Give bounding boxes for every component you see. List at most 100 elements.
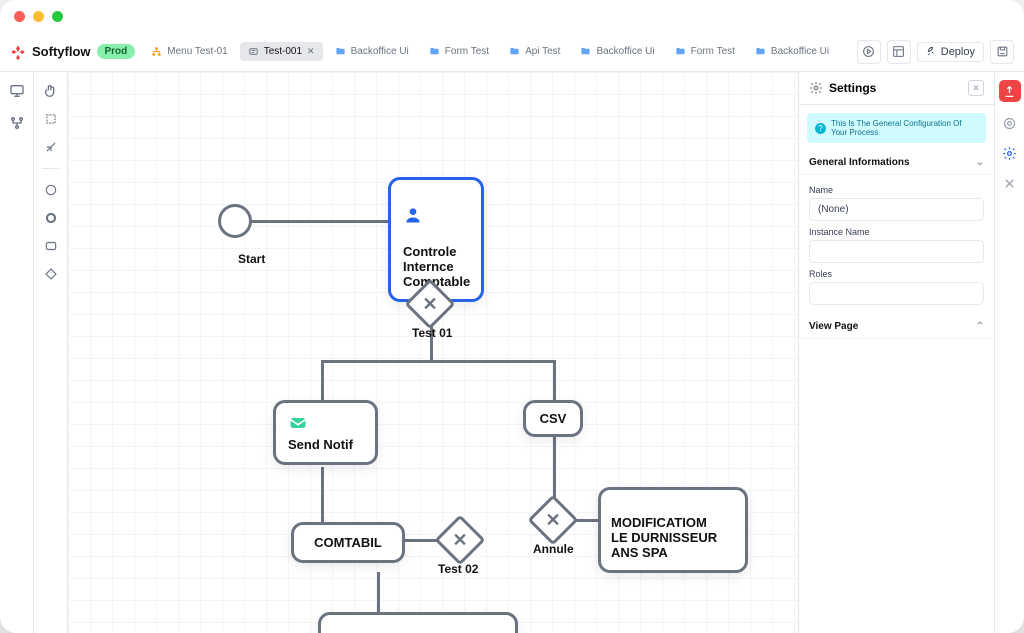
chevron-up-icon: ⌃ xyxy=(976,321,984,332)
gateway-test01-label: Test 01 xyxy=(412,326,452,340)
panel-title: Settings xyxy=(829,81,962,95)
tab-label: Form Test xyxy=(691,46,735,57)
layout-button[interactable] xyxy=(887,40,911,64)
edge xyxy=(553,432,556,502)
tab-label: Backoffice Ui xyxy=(771,46,829,57)
tab-api-test[interactable]: Api Test xyxy=(501,42,568,61)
task-label: COMTABIL xyxy=(314,535,382,550)
label-instance: Instance Name xyxy=(809,227,984,237)
left-rail xyxy=(0,72,34,633)
edge xyxy=(321,360,324,400)
tab-backoffice-ui[interactable]: Backoffice Ui xyxy=(747,42,837,61)
input-instance[interactable] xyxy=(809,240,984,263)
edge xyxy=(553,360,556,400)
brand: Softyflow Prod xyxy=(10,44,135,60)
info-icon: ? xyxy=(815,123,826,134)
edge xyxy=(430,360,555,363)
edge xyxy=(377,572,380,612)
node-task-send-notif[interactable]: Send Notif xyxy=(273,400,378,465)
tool-start-event-icon[interactable] xyxy=(42,181,60,199)
tab-menu-test-01[interactable]: Menu Test-01 xyxy=(143,42,235,61)
tool-select-icon[interactable] xyxy=(42,110,60,128)
tab-backoffice-ui[interactable]: Backoffice Ui xyxy=(572,42,662,61)
rail-flow-icon[interactable] xyxy=(8,114,26,132)
window-minimize-button[interactable] xyxy=(33,11,44,22)
task-label: Controle Internce Comptable xyxy=(403,244,470,289)
tab-label: Backoffice Ui xyxy=(596,46,654,57)
main-area: Start Controle Internce Comptable ✕ Test… xyxy=(0,72,1024,633)
tabs-bar: Menu Test-01Test-001✕Backoffice UiForm T… xyxy=(143,41,848,63)
rocket-icon xyxy=(926,46,937,57)
node-task-partial[interactable] xyxy=(318,612,518,633)
tab-label: Test-001 xyxy=(264,46,302,57)
gear-icon xyxy=(809,81,823,95)
node-gateway-test02[interactable]: ✕ xyxy=(442,522,478,558)
section-viewpage-header[interactable]: View Page ⌃ xyxy=(799,315,994,339)
tool-gateway-icon[interactable] xyxy=(42,265,60,283)
mail-icon xyxy=(288,413,308,433)
info-banner: ? This Is The General Configuration Of Y… xyxy=(807,113,986,143)
edge xyxy=(321,360,433,363)
tool-connect-icon[interactable] xyxy=(42,138,60,156)
preview-button[interactable] xyxy=(857,40,881,64)
top-actions: Deploy xyxy=(857,40,1014,64)
tab-label: Menu Test-01 xyxy=(167,46,227,57)
brand-logo-icon xyxy=(10,44,26,60)
tool-task-icon[interactable] xyxy=(42,237,60,255)
user-icon xyxy=(403,205,423,225)
rrail-gear-icon[interactable] xyxy=(1001,144,1019,162)
panel-header: Settings ✕ xyxy=(799,72,994,105)
right-rail xyxy=(994,72,1024,633)
info-text: This Is The General Configuration Of You… xyxy=(831,119,978,137)
node-start[interactable] xyxy=(218,204,252,238)
panel-close-button[interactable]: ✕ xyxy=(968,80,984,96)
node-task-controle[interactable]: Controle Internce Comptable xyxy=(388,177,484,302)
node-task-comtabil[interactable]: COMTABIL xyxy=(291,522,405,563)
rrail-share-icon[interactable] xyxy=(999,80,1021,102)
window-titlebar xyxy=(0,0,1024,32)
node-gateway-test01[interactable]: ✕ xyxy=(412,286,448,322)
node-gateway-annule[interactable]: ✕ xyxy=(535,502,571,538)
tab-close-icon[interactable]: ✕ xyxy=(307,46,315,57)
window-close-button[interactable] xyxy=(14,11,25,22)
tab-backoffice-ui[interactable]: Backoffice Ui xyxy=(327,42,417,61)
rrail-target-icon[interactable] xyxy=(1001,114,1019,132)
tab-test-001[interactable]: Test-001 ✕ xyxy=(240,42,323,61)
section-general-body: Name Instance Name Roles xyxy=(799,175,994,315)
node-task-csv[interactable]: CSV xyxy=(523,400,583,437)
section-general-label: General Informations xyxy=(809,157,910,168)
input-roles[interactable] xyxy=(809,282,984,305)
deploy-label: Deploy xyxy=(941,46,975,58)
settings-panel: Settings ✕ ? This Is The General Configu… xyxy=(798,72,994,633)
tool-divider xyxy=(42,168,60,169)
env-badge: Prod xyxy=(97,44,136,59)
edge xyxy=(250,220,388,223)
deploy-button[interactable]: Deploy xyxy=(917,42,984,62)
rrail-tools-icon[interactable] xyxy=(1001,174,1019,192)
label-roles: Roles xyxy=(809,269,984,279)
section-general-header[interactable]: General Informations ⌄ xyxy=(799,151,994,175)
canvas[interactable]: Start Controle Internce Comptable ✕ Test… xyxy=(68,72,798,633)
section-viewpage-label: View Page xyxy=(809,321,858,332)
label-name: Name xyxy=(809,185,984,195)
rail-monitor-icon[interactable] xyxy=(8,82,26,100)
edge xyxy=(321,467,324,522)
input-name[interactable] xyxy=(809,198,984,221)
node-start-label: Start xyxy=(238,252,265,266)
task-label: MODIFICATIOM LE DURNISSEUR ANS SPA xyxy=(611,515,717,560)
node-task-modif[interactable]: MODIFICATIOM LE DURNISSEUR ANS SPA xyxy=(598,487,748,573)
chevron-down-icon: ⌄ xyxy=(976,157,984,168)
gateway-annule-label: Annule xyxy=(533,542,574,556)
task-label: CSV xyxy=(540,411,567,426)
tab-form-test[interactable]: Form Test xyxy=(667,42,743,61)
task-label: Send Notif xyxy=(288,437,353,452)
tool-end-event-icon[interactable] xyxy=(42,209,60,227)
gateway-test02-label: Test 02 xyxy=(438,562,478,576)
window-maximize-button[interactable] xyxy=(52,11,63,22)
topbar: Softyflow Prod Menu Test-01 Test-001 ✕ Back… xyxy=(0,32,1024,72)
tool-hand-icon[interactable] xyxy=(42,82,60,100)
brand-name: Softyflow xyxy=(32,44,91,59)
tab-form-test[interactable]: Form Test xyxy=(841,42,849,61)
tab-form-test[interactable]: Form Test xyxy=(421,42,497,61)
save-button[interactable] xyxy=(990,40,1014,64)
